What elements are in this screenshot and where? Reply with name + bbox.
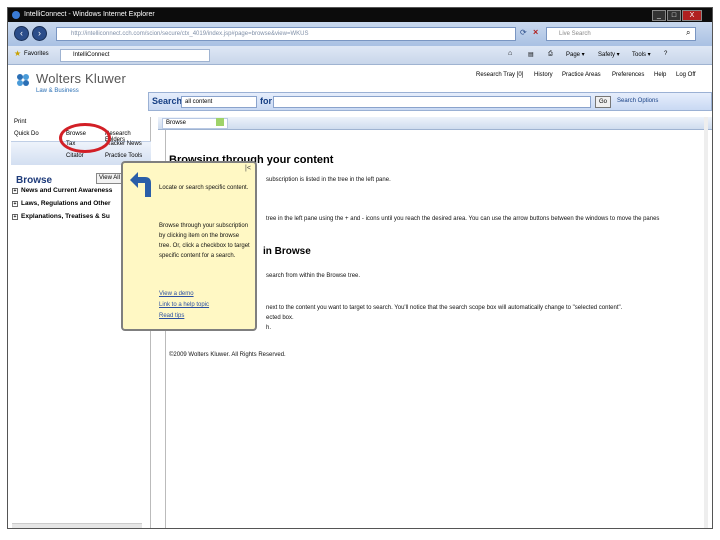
nav-citator[interactable]: Citator (66, 153, 84, 159)
quick-do-label[interactable]: Quick Do (14, 131, 39, 137)
content-line: h. (266, 325, 272, 331)
callout-close-icon[interactable]: |< (245, 165, 251, 172)
callout-help-link[interactable]: Link to a help topic (159, 302, 209, 308)
favorites-label[interactable]: Favorites (24, 51, 49, 57)
refresh-icon[interactable]: ⟳ (520, 28, 527, 37)
brand-name: Wolters Kluwer (36, 71, 126, 86)
expand-icon[interactable]: + (12, 188, 18, 194)
safety-menu[interactable]: Safety ▾ (598, 51, 620, 58)
section-heading: in Browse (263, 246, 311, 257)
search-bar: Search all content for Go Search Options (148, 92, 712, 111)
browser-window: IntelliConnect - Windows Internet Explor… (7, 7, 713, 529)
wolters-kluwer-logo-icon (17, 74, 29, 86)
window-title: IntelliConnect - Windows Internet Explor… (24, 11, 155, 18)
tools-menu[interactable]: Tools ▾ (632, 51, 651, 58)
content-line: subscription is listed in the tree in th… (266, 177, 391, 183)
forward-icon[interactable]: › (32, 26, 47, 41)
ie-icon (12, 11, 20, 19)
print-link[interactable]: Print (14, 119, 26, 125)
content-line: next to the content you want to target t… (266, 305, 623, 311)
expand-icon[interactable]: + (12, 201, 18, 207)
callout-tips-link[interactable]: Read tips (159, 313, 184, 319)
callout-text: Locate or search specific content. (159, 185, 249, 191)
brand-subtitle: Law & Business (36, 88, 79, 94)
search-input[interactable] (273, 96, 591, 108)
tab-intelliconnect[interactable]: IntelliConnect (60, 49, 210, 62)
callout-text: Browse through your subscription by clic… (159, 223, 250, 259)
tab-bar: Browse (158, 117, 712, 130)
highlight-circle (59, 123, 111, 153)
content-line: tree in the left pane using the + and - … (266, 216, 660, 222)
search-icon[interactable]: ⌕ (686, 28, 690, 38)
arrow-left-icon (130, 172, 151, 197)
title-bar: IntelliConnect - Windows Internet Explor… (8, 8, 712, 22)
back-icon[interactable]: ‹ (14, 26, 29, 41)
expand-icon[interactable]: + (12, 214, 18, 220)
page-menu[interactable]: Page ▾ (566, 51, 585, 58)
vertical-scrollbar[interactable] (704, 117, 708, 528)
maximize-button[interactable]: □ (667, 10, 681, 21)
favorites-bar: ★ Favorites IntelliConnect ⌂ ▤ ⎙ Page ▾ … (8, 46, 712, 65)
horizontal-scrollbar[interactable] (12, 523, 142, 528)
log-off-link[interactable]: Log Off (676, 72, 696, 78)
search-options-link[interactable]: Search Options (617, 98, 658, 104)
preferences-link[interactable]: Preferences (612, 72, 644, 78)
search-scope-select[interactable]: all content (181, 96, 257, 108)
help-link[interactable]: Help (654, 72, 666, 78)
callout-demo-link[interactable]: View a demo (159, 291, 194, 297)
nav-practice-tools[interactable]: Practice Tools (105, 153, 142, 159)
tree-item: + News and Current Awareness (12, 187, 113, 194)
content-line: search from within the Browse tree. (266, 273, 361, 279)
help-menu[interactable]: ? (664, 51, 667, 57)
close-button[interactable]: X (682, 10, 702, 21)
stop-icon[interactable]: × (533, 27, 538, 37)
search-label: Search (152, 96, 183, 106)
history-link[interactable]: History (534, 72, 553, 78)
research-tray-link[interactable]: Research Tray [0] (476, 72, 523, 78)
tree-item: + Laws, Regulations and Other (12, 200, 111, 207)
copyright: ©2009 Wolters Kluwer. All Rights Reserve… (169, 352, 286, 358)
nav-tracker-news[interactable]: Tracker News (105, 141, 142, 147)
content-line: ected box. (266, 315, 294, 321)
app-header: Wolters Kluwer Law & Business Research T… (8, 65, 712, 117)
feeds-icon[interactable]: ▤ (528, 51, 534, 58)
favorites-star-icon[interactable]: ★ (14, 49, 21, 58)
tree-item: + Explanations, Treatises & Su (12, 213, 110, 220)
print-icon[interactable]: ⎙ (548, 51, 553, 58)
minimize-button[interactable]: _ (652, 10, 666, 21)
go-button[interactable]: Go (595, 96, 611, 108)
browse-heading: Browse (16, 175, 53, 186)
practice-areas-link[interactable]: Practice Areas (562, 72, 601, 78)
url-field[interactable]: http://intelliconnect.cch.com/scion/secu… (56, 27, 516, 41)
for-label: for (260, 96, 272, 106)
tab-status-icon (216, 118, 224, 126)
address-bar: ‹ › http://intelliconnect.cch.com/scion/… (8, 22, 712, 46)
help-callout: |< Locate or search specific content. Br… (121, 161, 257, 331)
home-icon[interactable]: ⌂ (508, 50, 512, 57)
live-search-input[interactable]: Live Search (546, 27, 696, 41)
